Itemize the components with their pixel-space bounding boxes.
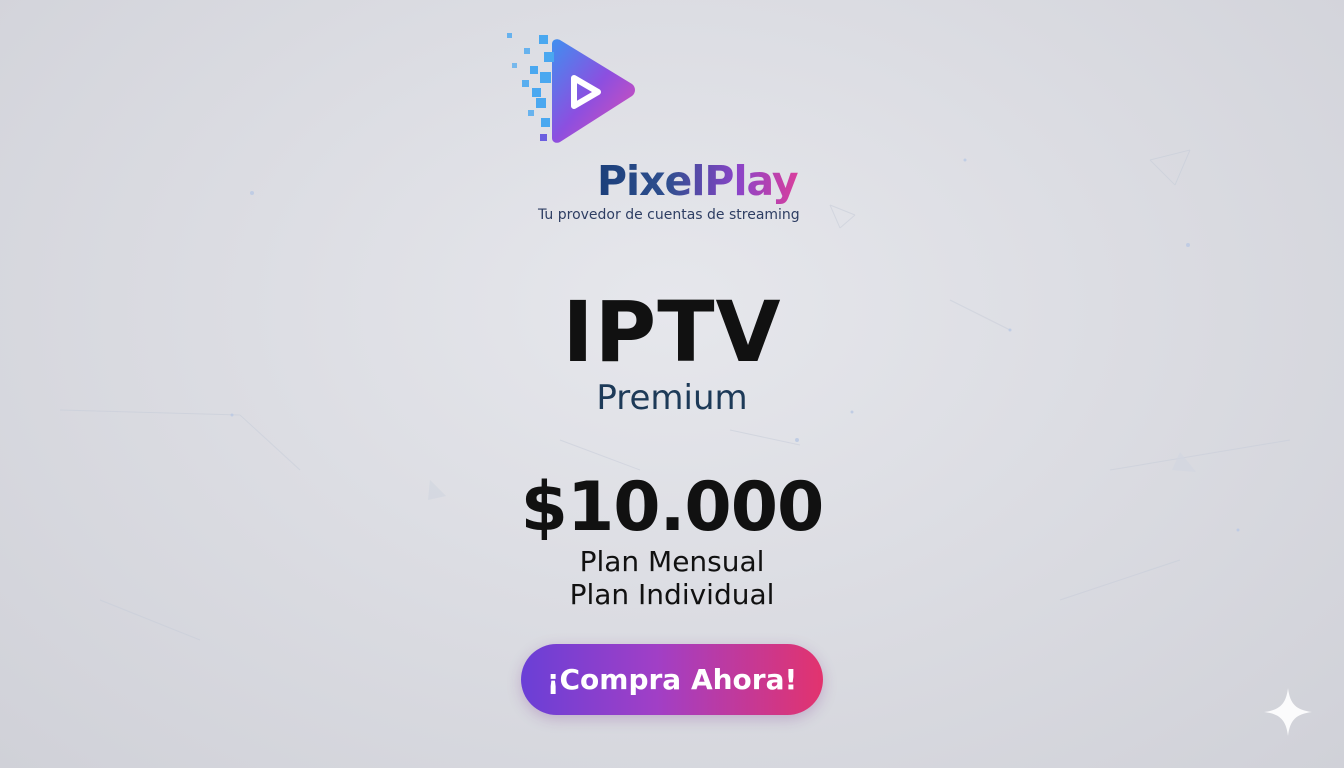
sparkle-icon (1264, 688, 1312, 736)
brand-name: PixelPlay (597, 157, 799, 205)
product-subtitle: Premium (596, 378, 748, 418)
plan-line: Plan Mensual (579, 545, 765, 578)
plan-line: Plan Individual (569, 578, 775, 611)
buy-now-button[interactable]: ¡Compra Ahora! (521, 644, 823, 715)
brand-tagline: Tu provedor de cuentas de streaming (538, 207, 800, 223)
product-title: IPTV (562, 283, 782, 381)
brand-logo: PixelPlay Tu provedor de cuentas de stre… (500, 30, 820, 223)
price: $10.000 (520, 468, 825, 547)
play-pixel-logo-icon (507, 33, 635, 143)
